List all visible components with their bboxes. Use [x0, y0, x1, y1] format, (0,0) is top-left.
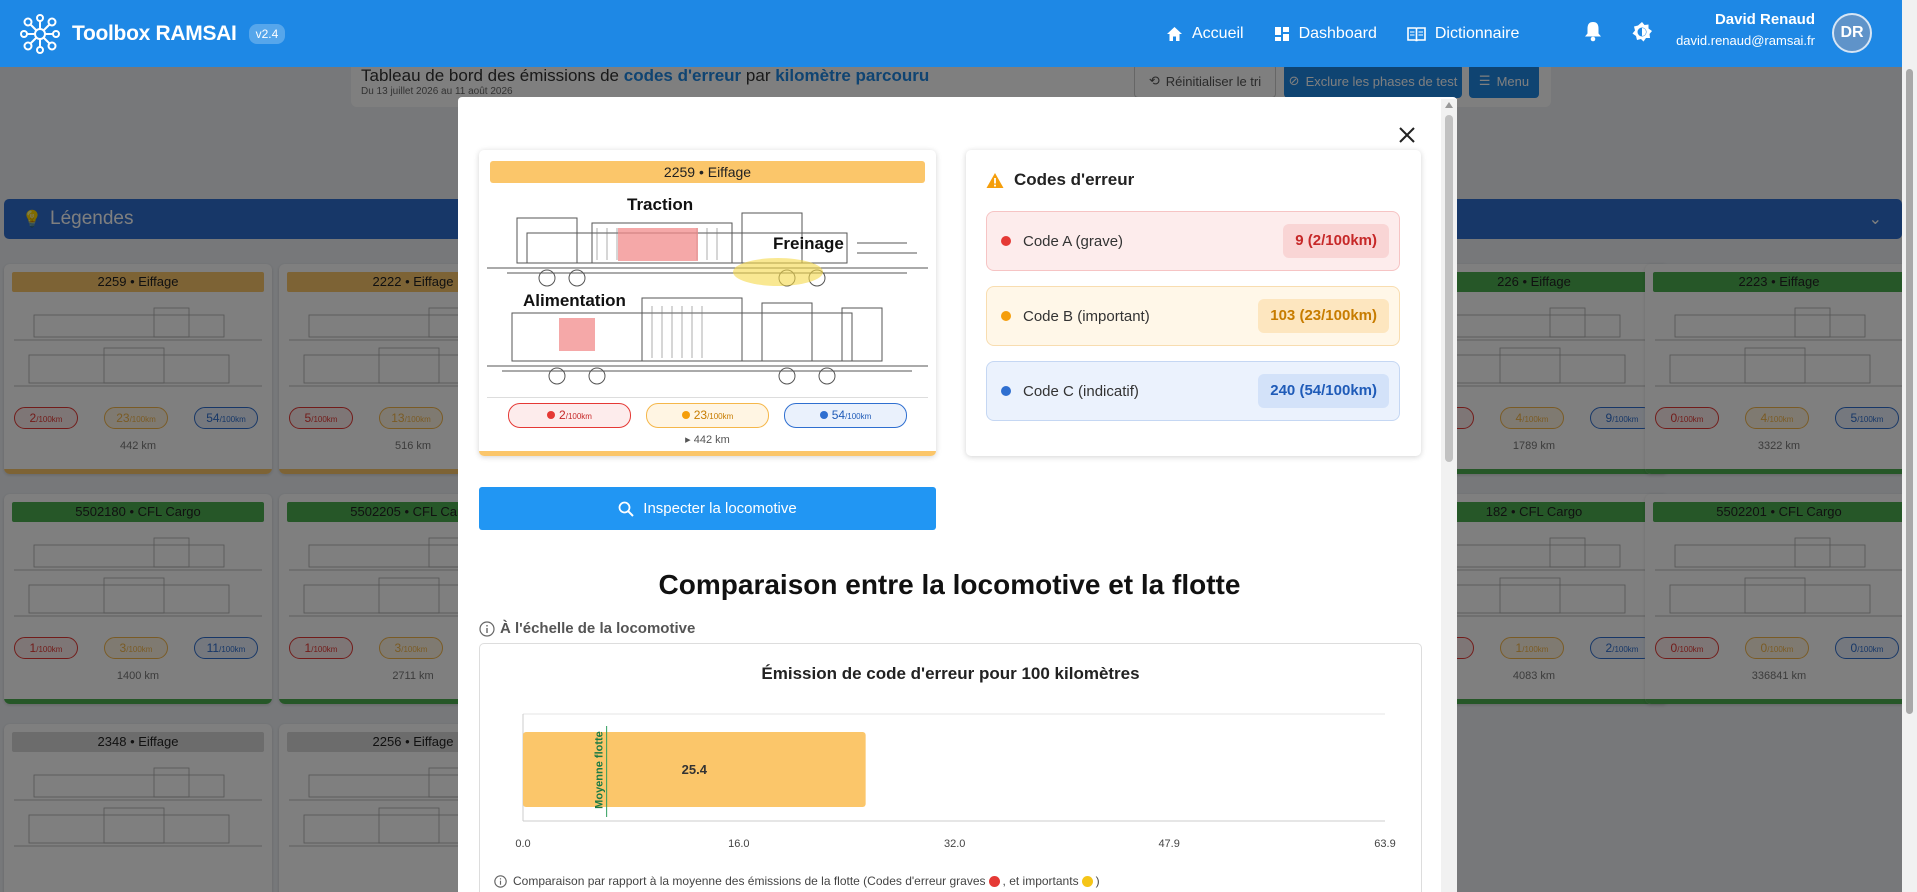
code-a-row: Code A (grave) 9 (2/100km): [986, 211, 1400, 271]
pill-code-a-value: 2: [559, 408, 566, 422]
close-icon[interactable]: [1394, 122, 1420, 148]
info-icon: [494, 874, 507, 888]
blue-dot-icon: [819, 411, 828, 419]
network-logo-icon: [20, 13, 60, 54]
chart-note: Comparaison par rapport à la moyenne des…: [494, 874, 1100, 888]
modal-scroll-thumb[interactable]: [1445, 115, 1453, 462]
error-codes-title: Codes d'erreur: [986, 170, 1134, 190]
main-nav: Accueil Dashboard Dictionnaire: [1166, 0, 1549, 67]
divider: [487, 397, 928, 398]
zone-label-freinage: Freinage: [773, 234, 844, 253]
red-dot-icon: [1001, 236, 1011, 246]
pill-unit: /100km: [565, 412, 592, 421]
code-a-label: Code A (grave): [1023, 232, 1124, 250]
chart-note-mid: , et importants: [1002, 874, 1079, 888]
chart-tick-label: 32.0: [944, 838, 965, 850]
blue-dot-icon: [1001, 386, 1011, 396]
pill-unit: /100km: [707, 412, 734, 421]
chart-note-end: ): [1095, 874, 1100, 888]
emission-chart-card: Émission de code d'erreur pour 100 kilom…: [479, 643, 1422, 892]
traction-zone: [618, 228, 698, 261]
alimentation-zone: [559, 318, 595, 351]
app-name: Toolbox RAMSAI: [72, 21, 237, 45]
error-codes-card: Codes d'erreur Code A (grave) 9 (2/100km…: [966, 150, 1421, 456]
bell-icon[interactable]: [1584, 20, 1602, 42]
pill-code-b-value: 23: [693, 408, 708, 422]
nav-accueil[interactable]: Accueil: [1166, 25, 1244, 43]
zone-label-alimentation: Alimentation: [523, 291, 626, 310]
warning-icon: [986, 172, 1004, 188]
inspect-locomotive-label: Inspecter la locomotive: [643, 500, 797, 517]
status-stripe: [479, 451, 936, 456]
user-name: David Renaud: [1714, 11, 1815, 28]
distance-value: 442 km: [693, 434, 730, 446]
red-circle-icon: [988, 875, 1000, 887]
inspect-locomotive-button[interactable]: Inspecter la locomotive: [479, 487, 936, 530]
page-scrollbar[interactable]: [1902, 0, 1917, 892]
avatar[interactable]: DR: [1832, 13, 1872, 53]
code-c-value: 240 (54/100km): [1258, 374, 1389, 408]
nav-accueil-label: Accueil: [1192, 24, 1244, 42]
brightness-icon[interactable]: [1631, 21, 1653, 43]
zone-label-traction: Traction: [627, 195, 694, 214]
chart-tick-label: 16.0: [728, 838, 749, 850]
freinage-zone: [733, 258, 823, 286]
nav-dashboard-label: Dashboard: [1298, 24, 1377, 42]
pill-code-b: 23/100km: [646, 403, 769, 428]
code-a-value: 9 (2/100km): [1283, 224, 1389, 258]
page-scroll-thumb[interactable]: [1906, 69, 1913, 714]
user-info[interactable]: David Renaud david.renaud@ramsai.fr: [1668, 11, 1815, 48]
orange-dot-icon: [1001, 311, 1011, 321]
chart-bar-label: 25.4: [682, 762, 708, 777]
nav-dashboard[interactable]: Dashboard: [1274, 25, 1377, 43]
book-icon: [1407, 26, 1426, 41]
nav-dictionnaire-label: Dictionnaire: [1434, 24, 1520, 42]
brand[interactable]: Toolbox RAMSAI v2.4: [20, 13, 286, 54]
nav-dictionnaire[interactable]: Dictionnaire: [1407, 25, 1519, 43]
pill-unit: /100km: [845, 412, 872, 421]
fleet-average-label: Moyenne flotte: [594, 731, 606, 809]
scroll-up-arrow[interactable]: [1445, 102, 1453, 108]
locomotive-card: 2259 • Eiffage Traction Freinage Aliment…: [479, 150, 936, 456]
locomotive-title: 2259 • Eiffage: [490, 161, 925, 183]
code-b-label: Code B (important): [1023, 307, 1150, 325]
dashboard-icon: [1274, 26, 1289, 41]
pill-code-a: 2/100km: [508, 403, 631, 428]
chart-tick-label: 0.0: [515, 838, 530, 850]
code-b-value: 103 (23/100km): [1258, 299, 1389, 333]
modal-scrollbar[interactable]: [1441, 99, 1457, 892]
user-email: david.renaud@ramsai.fr: [1676, 33, 1815, 48]
chart-tick-label: 47.9: [1158, 838, 1179, 850]
red-dot-icon: [547, 411, 556, 419]
distance-traveled: ▸ 442 km: [479, 433, 936, 446]
pill-code-c: 54/100km: [784, 403, 907, 428]
home-icon: [1167, 26, 1182, 41]
scale-label-text: À l'échelle de la locomotive: [500, 620, 696, 637]
scale-label: À l'échelle de la locomotive: [479, 620, 695, 637]
version-badge: v2.4: [248, 23, 286, 44]
chart-note-text: Comparaison par rapport à la moyenne des…: [513, 874, 986, 888]
info-icon: [479, 620, 495, 637]
code-b-row: Code B (important) 103 (23/100km): [986, 286, 1400, 346]
yellow-circle-icon: [1081, 875, 1093, 887]
chart-tick-label: 63.9: [1374, 838, 1395, 850]
code-c-label: Code C (indicatif): [1023, 382, 1139, 400]
orange-dot-icon: [681, 411, 690, 419]
top-navbar: Toolbox RAMSAI v2.4 Accueil Dashboard Di…: [0, 0, 1917, 67]
caret-right-icon: ▸: [685, 434, 694, 446]
search-icon: [618, 501, 635, 517]
error-codes-title-text: Codes d'erreur: [1014, 170, 1135, 189]
comparison-title: Comparaison entre la locomotive et la fl…: [658, 569, 1241, 600]
pill-code-c-value: 54: [831, 408, 846, 422]
emission-bar-chart: 25.4 Moyenne flotte 0.0 16.0 32.0 47.9 63.9: [515, 713, 1396, 850]
code-c-row: Code C (indicatif) 240 (54/100km): [986, 361, 1400, 421]
